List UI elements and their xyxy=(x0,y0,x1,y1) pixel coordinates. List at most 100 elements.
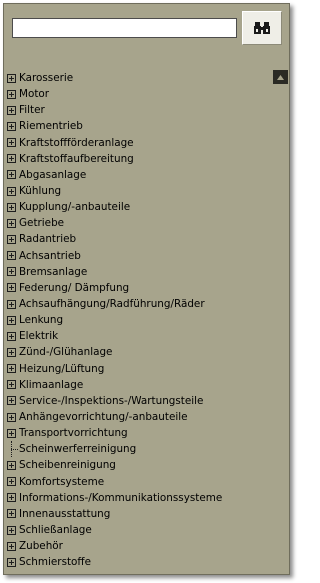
tree-item-label[interactable]: Zünd-/Glühanlage xyxy=(19,346,112,358)
tree-item[interactable]: Scheibenreinigung xyxy=(6,457,270,473)
expand-icon[interactable] xyxy=(7,138,16,148)
expand-icon[interactable] xyxy=(7,267,16,277)
expand-icon[interactable] xyxy=(7,234,16,244)
expand-icon[interactable] xyxy=(7,186,16,196)
tree-item[interactable]: Motor xyxy=(6,86,270,102)
tree-item[interactable]: Komfortsysteme xyxy=(6,474,270,490)
tree-item[interactable]: Federung/ Dämpfung xyxy=(6,280,270,296)
tree-item[interactable]: Filter xyxy=(6,102,270,118)
category-tree: Karosserie Motor Filter Riementrieb Kraftsto… xyxy=(6,70,270,572)
tree-item-label[interactable]: Lenkung xyxy=(19,314,63,326)
expand-icon[interactable] xyxy=(7,121,16,131)
tree-item-label[interactable]: Radantrieb xyxy=(19,233,76,245)
tree-item-label[interactable]: Anhängevorrichtung/-anbauteile xyxy=(19,411,188,423)
search-button[interactable] xyxy=(242,11,282,45)
tree-item[interactable]: Klimaanlage xyxy=(6,377,270,393)
expand-icon[interactable] xyxy=(7,105,16,115)
expand-icon[interactable] xyxy=(7,299,16,309)
expand-icon[interactable] xyxy=(7,412,16,422)
tree-item[interactable]: Kraftstoffaufbereitung xyxy=(6,151,270,167)
tree-item-label[interactable]: Schließanlage xyxy=(19,524,92,536)
scroll-track[interactable] xyxy=(273,84,288,572)
expand-icon[interactable] xyxy=(7,460,16,470)
tree-item[interactable]: Lenkung xyxy=(6,312,270,328)
tree-item-label[interactable]: Karosserie xyxy=(19,72,73,84)
tree-item[interactable]: Bremsanlage xyxy=(6,264,270,280)
expand-icon[interactable] xyxy=(7,347,16,357)
tree-item-label[interactable]: Kühlung xyxy=(19,185,61,197)
scroll-up-button[interactable] xyxy=(273,70,288,84)
tree-item-label[interactable]: Heizung/Lüftung xyxy=(19,363,104,375)
expand-icon[interactable] xyxy=(7,170,16,180)
expand-icon[interactable] xyxy=(7,331,16,341)
tree-item[interactable]: Service-/Inspektions-/Wartungsteile xyxy=(6,393,270,409)
tree-item[interactable]: Karosserie xyxy=(6,70,270,86)
tree-item-label[interactable]: Kraftstoffaufbereitung xyxy=(19,153,134,165)
tree-item[interactable]: Anhängevorrichtung/-anbauteile xyxy=(6,409,270,425)
tree-item[interactable]: Radantrieb xyxy=(6,231,270,247)
tree-item-label[interactable]: Scheinwerferreinigung xyxy=(19,443,136,455)
tree-item-label[interactable]: Informations-/Kommunikationssysteme xyxy=(19,492,222,504)
expand-icon[interactable] xyxy=(7,509,16,519)
expand-icon[interactable] xyxy=(7,315,16,325)
expand-icon[interactable] xyxy=(7,283,16,293)
tree-item[interactable]: Kraftstoffförderanlage xyxy=(6,135,270,151)
tree-item-label[interactable]: Schmierstoffe xyxy=(19,556,91,568)
tree-item[interactable]: Achsaufhängung/Radführung/Räder xyxy=(6,296,270,312)
expand-icon[interactable] xyxy=(7,73,16,83)
tree-item-label[interactable]: Filter xyxy=(19,104,45,116)
tree-item-label[interactable]: Elektrik xyxy=(19,330,58,342)
tree-item[interactable]: Kühlung xyxy=(6,183,270,199)
tree-item[interactable]: Schmierstoffe xyxy=(6,554,270,570)
expand-icon[interactable] xyxy=(7,525,16,535)
arrow-up-icon xyxy=(277,74,284,80)
tree-item-label[interactable]: Klimaanlage xyxy=(19,379,83,391)
tree-item-label[interactable]: Service-/Inspektions-/Wartungsteile xyxy=(19,395,203,407)
tree-item-label[interactable]: Riementrieb xyxy=(19,120,83,132)
expand-icon[interactable] xyxy=(7,251,16,261)
tree-item[interactable]: Zubehör xyxy=(6,538,270,554)
tree-item-label[interactable]: Achsantrieb xyxy=(19,250,81,262)
tree-item-label[interactable]: Motor xyxy=(19,88,49,100)
tree-item-label[interactable]: Getriebe xyxy=(19,217,64,229)
tree-item-label[interactable]: Federung/ Dämpfung xyxy=(19,282,129,294)
tree-item[interactable]: Getriebe xyxy=(6,215,270,231)
tree-item-label[interactable]: Achsaufhängung/Radführung/Räder xyxy=(19,298,205,310)
expand-icon[interactable] xyxy=(7,541,16,551)
expand-icon[interactable] xyxy=(7,364,16,374)
tree-item-label[interactable]: Transportvorrichtung xyxy=(19,427,128,439)
tree-item[interactable]: Kupplung/-anbauteile xyxy=(6,199,270,215)
tree-item-label[interactable]: Innenausstattung xyxy=(19,508,110,520)
expand-icon[interactable] xyxy=(7,428,16,438)
tree-item[interactable]: Achsantrieb xyxy=(6,248,270,264)
tree-item[interactable]: Informations-/Kommunikationssysteme xyxy=(6,490,270,506)
expand-icon[interactable] xyxy=(7,89,16,99)
tree-item[interactable]: Abgasanlage xyxy=(6,167,270,183)
tree-item[interactable]: Scheinwerferreinigung xyxy=(6,441,270,458)
tree-item-label[interactable]: Zubehör xyxy=(19,540,63,552)
tree-item[interactable]: Zünd-/Glühanlage xyxy=(6,344,270,360)
expand-icon[interactable] xyxy=(7,477,16,487)
search-input[interactable] xyxy=(12,18,237,38)
tree-item-label[interactable]: Kraftstoffförderanlage xyxy=(19,137,134,149)
expand-icon[interactable] xyxy=(7,154,16,164)
expand-icon[interactable] xyxy=(7,218,16,228)
expand-icon[interactable] xyxy=(7,380,16,390)
tree-item[interactable]: Heizung/Lüftung xyxy=(6,361,270,377)
expand-icon[interactable] xyxy=(7,202,16,212)
vertical-scrollbar[interactable] xyxy=(273,70,288,572)
tree-item[interactable]: Transportvorrichtung xyxy=(6,425,270,441)
tree-item-label[interactable]: Bremsanlage xyxy=(19,266,87,278)
category-window: Karosserie Motor Filter Riementrieb Kraftsto… xyxy=(3,3,290,575)
tree-item[interactable]: Elektrik xyxy=(6,328,270,344)
expand-icon[interactable] xyxy=(7,493,16,503)
tree-item[interactable]: Schließanlage xyxy=(6,522,270,538)
tree-item[interactable]: Innenausstattung xyxy=(6,506,270,522)
tree-item-label[interactable]: Komfortsysteme xyxy=(19,476,104,488)
expand-icon[interactable] xyxy=(7,396,16,406)
tree-item-label[interactable]: Scheibenreinigung xyxy=(19,459,116,471)
expand-icon[interactable] xyxy=(7,557,16,567)
tree-item-label[interactable]: Abgasanlage xyxy=(19,169,86,181)
tree-item-label[interactable]: Kupplung/-anbauteile xyxy=(19,201,130,213)
tree-item[interactable]: Riementrieb xyxy=(6,118,270,134)
